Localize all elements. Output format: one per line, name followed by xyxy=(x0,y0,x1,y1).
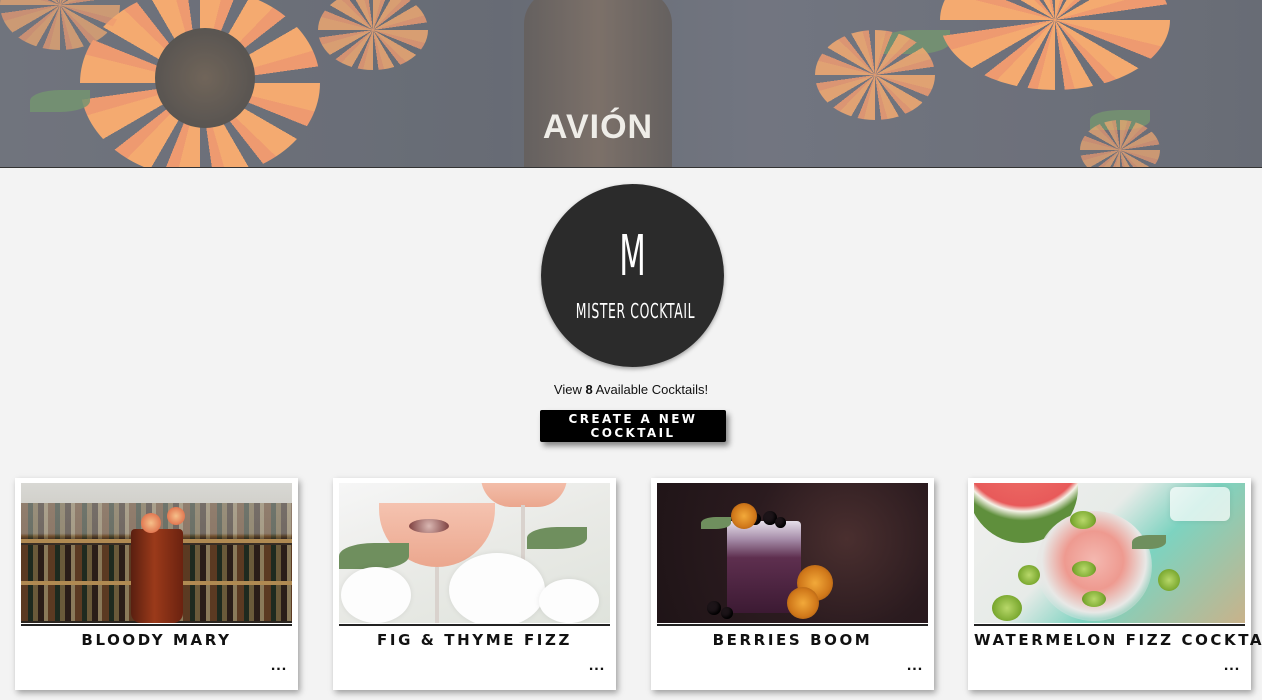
garnish xyxy=(141,513,161,533)
glass-stem xyxy=(521,505,525,565)
garnish xyxy=(167,507,185,525)
cocktail-image[interactable] xyxy=(657,483,928,623)
cocktail-card[interactable]: FIG & THYME FIZZ ... xyxy=(333,478,616,690)
ice-cube xyxy=(1170,487,1230,521)
card-title[interactable]: BLOODY MARY xyxy=(21,631,292,649)
glass-stem xyxy=(435,567,439,623)
berry xyxy=(721,607,733,619)
berry xyxy=(775,517,786,528)
flower xyxy=(539,579,599,623)
more-dots-icon[interactable]: ... xyxy=(1221,658,1243,676)
hero-banner: AVIÓN xyxy=(0,0,1262,168)
lime xyxy=(1072,561,1096,577)
cocktail-count: View 8 Available Cocktails! xyxy=(0,382,1262,397)
card-title[interactable]: WATERMELON FIZZ COCKTAIL xyxy=(974,631,1262,649)
leaf xyxy=(339,543,409,569)
card-divider xyxy=(339,624,610,626)
cocktail-card[interactable]: WATERMELON FIZZ COCKTAIL ... xyxy=(968,478,1262,690)
cocktail-image[interactable] xyxy=(339,483,610,623)
count-suffix: Available Cocktails! xyxy=(592,382,709,397)
dried-orange xyxy=(787,587,819,619)
more-dots-icon[interactable]: ... xyxy=(904,658,926,676)
count-number: 8 xyxy=(585,382,593,397)
flower xyxy=(341,567,411,623)
lime xyxy=(1070,511,1096,529)
count-prefix: View xyxy=(553,382,586,397)
berry xyxy=(707,601,721,615)
dried-orange xyxy=(731,503,757,529)
cocktail-image[interactable] xyxy=(974,483,1245,623)
more-dots-icon[interactable]: ... xyxy=(268,658,290,676)
glass xyxy=(131,529,183,623)
brand-logo[interactable]: M MISTER COCKTAIL xyxy=(541,184,724,367)
card-divider xyxy=(657,624,928,626)
mint-leaf xyxy=(701,517,731,529)
logo-letter: M xyxy=(619,224,646,289)
mint-leaf xyxy=(1132,535,1166,549)
lime xyxy=(1082,591,1106,607)
more-dots-icon[interactable]: ... xyxy=(586,658,608,676)
card-divider xyxy=(974,624,1245,626)
flower xyxy=(449,553,545,623)
logo-name: MISTER COCKTAIL xyxy=(575,299,696,323)
card-divider xyxy=(21,624,292,626)
leaf xyxy=(527,527,587,549)
card-title[interactable]: FIG & THYME FIZZ xyxy=(339,631,610,649)
lime xyxy=(992,595,1022,621)
cocktail-card[interactable]: BERRIES BOOM ... xyxy=(651,478,934,690)
create-cocktail-button[interactable]: CREATE A NEW COCKTAIL xyxy=(540,410,726,442)
cocktail-card[interactable]: BLOODY MARY ... xyxy=(15,478,298,690)
cocktail-image[interactable] xyxy=(21,483,292,623)
fig-slice xyxy=(409,519,449,533)
card-title[interactable]: BERRIES BOOM xyxy=(657,631,928,649)
lime xyxy=(1158,569,1180,591)
lime xyxy=(1018,565,1040,585)
hero-overlay xyxy=(0,0,1262,167)
